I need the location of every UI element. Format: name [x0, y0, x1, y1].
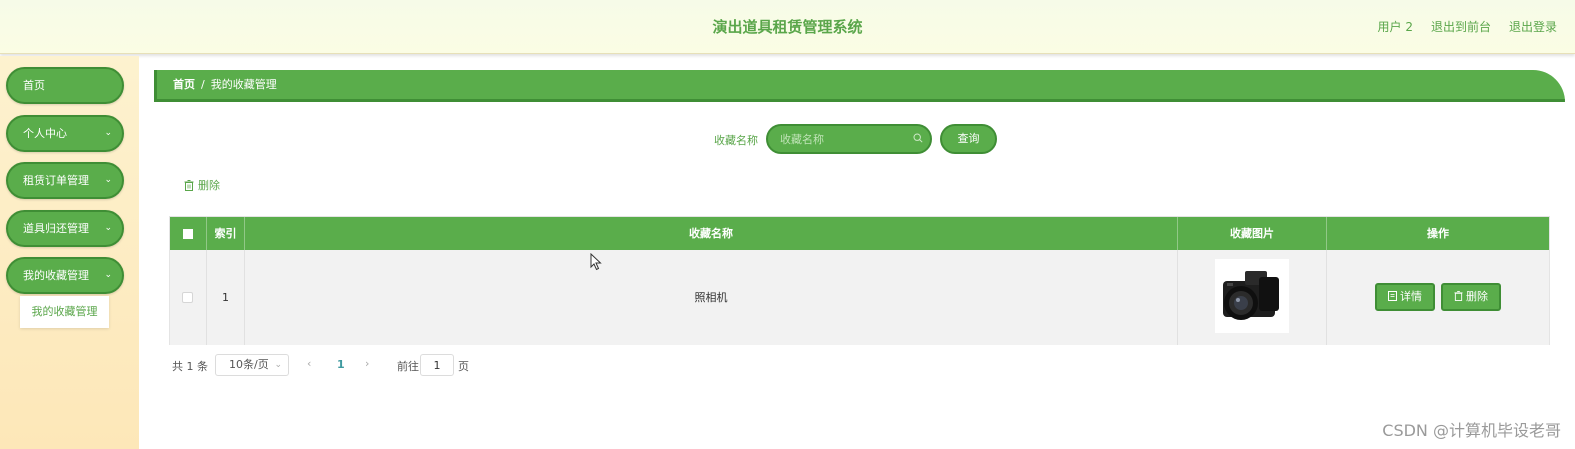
sidebar-item-label: 租赁订单管理: [23, 174, 89, 187]
select-all-checkbox[interactable]: [183, 229, 193, 239]
top-header: 演出道具租赁管理系统 用户 2 退出到前台 退出登录: [0, 0, 1575, 54]
breadcrumb-separator: /: [201, 78, 205, 91]
delete-button-label: 删除: [1466, 290, 1488, 303]
sidebar-item-personal-center[interactable]: 个人中心 ⌄: [6, 115, 124, 152]
column-header-index: 索引: [207, 217, 245, 250]
submenu-item-favorites[interactable]: 我的收藏管理: [20, 296, 109, 328]
user-name-link[interactable]: 用户 2: [1378, 18, 1413, 35]
delete-button[interactable]: 删除: [1441, 283, 1501, 311]
breadcrumb-home[interactable]: 首页: [173, 78, 195, 91]
row-checkbox[interactable]: [182, 292, 193, 303]
select-all-cell: [170, 217, 207, 250]
sidebar: 首页 个人中心 ⌄ 租赁订单管理 ⌄ 道具归还管理 ⌄ 我的收藏管理 ⌄ 我的收…: [0, 56, 139, 449]
goto-page-input[interactable]: [420, 354, 454, 376]
page-number-current[interactable]: 1: [337, 358, 345, 371]
chevron-down-icon: ⌄: [104, 175, 112, 185]
page-size-select[interactable]: 10条/页 ⌄: [215, 354, 289, 376]
detail-button-label: 详情: [1400, 290, 1422, 303]
watermark: CSDN @计算机毕设老哥: [1382, 421, 1561, 440]
search-icon: [913, 133, 923, 143]
camera-photo: [1215, 259, 1289, 333]
logout-link[interactable]: 退出登录: [1509, 18, 1557, 35]
chevron-down-icon: ⌄: [274, 360, 282, 370]
sidebar-item-label: 首页: [23, 79, 45, 92]
sidebar-item-label: 道具归还管理: [23, 222, 89, 235]
chevron-down-icon: ⌄: [104, 128, 112, 138]
trash-icon: [184, 179, 194, 191]
column-header-image: 收藏图片: [1178, 217, 1327, 250]
chevron-down-icon: ⌄: [104, 223, 112, 233]
breadcrumb: 首页 / 我的收藏管理: [154, 70, 1565, 102]
table-header: 索引 收藏名称 收藏图片 操作: [170, 217, 1549, 250]
sidebar-item-label: 我的收藏管理: [23, 269, 89, 282]
row-select-cell: [170, 250, 207, 345]
mouse-cursor-icon: [590, 253, 602, 271]
goto-suffix: 页: [458, 360, 469, 373]
search-label: 收藏名称: [714, 134, 758, 147]
row-favorite-name: 照相机: [245, 250, 1178, 345]
sidebar-item-home[interactable]: 首页: [6, 67, 124, 104]
header-links: 用户 2 退出到前台 退出登录: [1378, 18, 1557, 35]
page-size-value: 10条/页: [229, 358, 269, 371]
row-image-cell: [1178, 250, 1327, 345]
breadcrumb-current: 我的收藏管理: [210, 78, 277, 91]
bulk-delete-label: 删除: [198, 179, 220, 192]
bulk-delete-button[interactable]: 删除: [184, 177, 220, 193]
detail-button[interactable]: 详情: [1375, 283, 1435, 311]
trash-icon: [1454, 291, 1463, 301]
chevron-down-icon: ⌄: [104, 270, 112, 280]
query-button[interactable]: 查询: [940, 124, 997, 154]
prev-page-button[interactable]: ‹: [307, 357, 311, 370]
document-icon: [1388, 291, 1397, 301]
search-input[interactable]: [766, 124, 932, 154]
table-row: 1 照相机 详情 删除: [170, 250, 1549, 345]
pagination-total: 共 1 条: [172, 360, 208, 373]
column-header-actions: 操作: [1427, 227, 1449, 240]
favorites-table: 索引 收藏名称 收藏图片 操作 1 照相机 详情 删除: [169, 216, 1550, 345]
exit-to-frontend-link[interactable]: 退出到前台: [1431, 18, 1491, 35]
row-actions-cell: 详情 删除: [1327, 250, 1549, 345]
sidebar-item-favorites[interactable]: 我的收藏管理 ⌄: [6, 257, 124, 294]
column-header-name: 收藏名称: [245, 217, 1178, 250]
sidebar-item-label: 个人中心: [23, 127, 67, 140]
goto-label: 前往: [397, 360, 419, 373]
app-title: 演出道具租赁管理系统: [712, 18, 863, 36]
next-page-button[interactable]: ›: [365, 357, 369, 370]
row-index: 1: [207, 250, 245, 345]
sidebar-item-prop-returns[interactable]: 道具归还管理 ⌄: [6, 210, 124, 247]
sidebar-item-rental-orders[interactable]: 租赁订单管理 ⌄: [6, 162, 124, 199]
